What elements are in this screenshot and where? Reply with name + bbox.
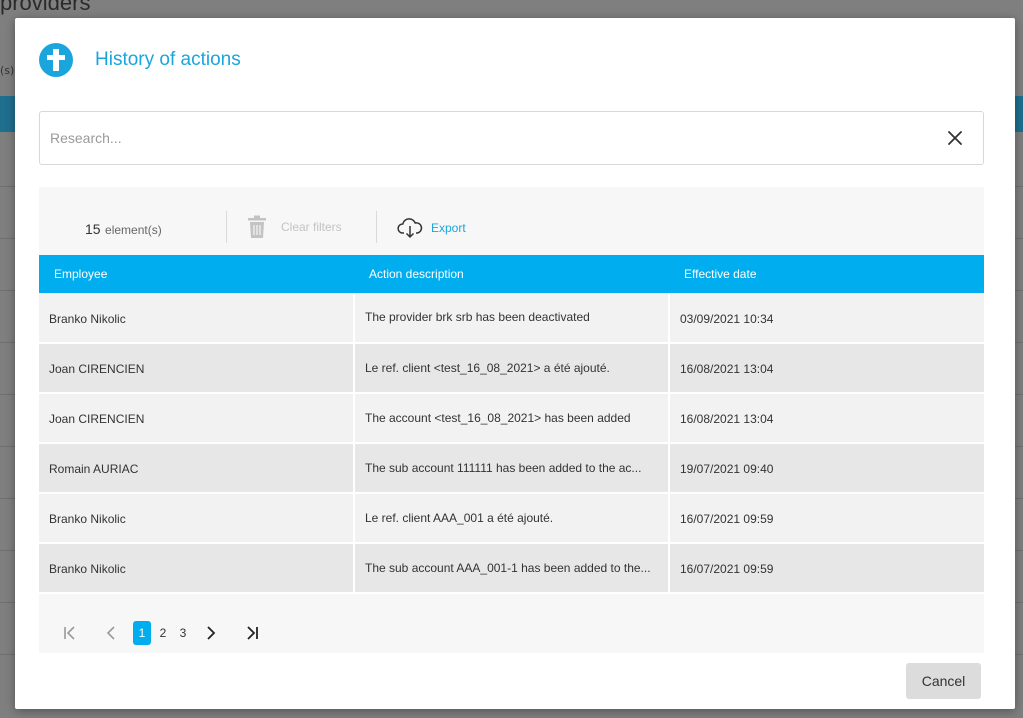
toolbar-separator	[226, 211, 227, 243]
table-row[interactable]: Branko Nikolic Le ref. client AAA_001 a …	[39, 493, 984, 544]
clear-filters-label: Clear filters	[281, 220, 342, 234]
element-count-number: 15	[85, 221, 101, 237]
history-modal: History of actions 15 element(s)	[15, 18, 1015, 709]
column-header-employee[interactable]: Employee	[39, 255, 354, 293]
table-row[interactable]: Branko Nikolic The sub account AAA_001-1…	[39, 543, 984, 594]
modal-title: History of actions	[95, 49, 241, 70]
cell-date: 16/07/2021 09:59	[669, 543, 984, 594]
cell-employee: Branko Nikolic	[39, 543, 355, 594]
cell-date: 16/07/2021 09:59	[669, 493, 984, 544]
element-count-label: element(s)	[105, 223, 162, 237]
page-2-button[interactable]: 2	[153, 621, 173, 645]
cell-employee: Romain AURIAC	[39, 443, 355, 494]
cell-date: 19/07/2021 09:40	[669, 443, 984, 494]
search-box	[39, 111, 984, 165]
cell-employee: Branko Nikolic	[39, 493, 355, 544]
cell-description: The sub account 111111 has been added to…	[354, 443, 670, 494]
close-icon	[948, 131, 962, 145]
cell-employee: Joan CIRENCIEN	[39, 343, 355, 394]
cancel-button[interactable]: Cancel	[906, 663, 981, 699]
cell-description: The sub account AAA_001-1 has been added…	[354, 543, 670, 594]
cell-description: Le ref. client AAA_001 a été ajouté.	[354, 493, 670, 544]
first-page-icon	[64, 626, 75, 640]
page-1-button[interactable]: 1	[133, 621, 151, 645]
cell-employee: Joan CIRENCIEN	[39, 393, 355, 444]
table-row[interactable]: Joan CIRENCIEN Le ref. client <test_16_0…	[39, 343, 984, 394]
clear-filters-button[interactable]: Clear filters	[247, 215, 342, 239]
page-3-button[interactable]: 3	[173, 621, 193, 645]
cell-date: 16/08/2021 13:04	[669, 343, 984, 394]
table-header-row: Employee Action description Effective da…	[39, 255, 984, 293]
table-toolbar: 15 element(s) Clear filters Export	[39, 187, 984, 255]
first-page-button[interactable]	[61, 621, 81, 645]
pagination: 1 2 3	[61, 621, 261, 645]
cloud-download-icon	[397, 218, 423, 239]
element-count: 15 element(s)	[85, 221, 162, 239]
cell-description: The account <test_16_08_2021> has been a…	[354, 393, 670, 444]
last-page-icon	[247, 626, 258, 640]
next-page-button[interactable]	[201, 621, 221, 645]
chevron-right-icon	[207, 626, 216, 640]
cell-employee: Branko Nikolic	[39, 293, 355, 344]
trash-icon	[248, 215, 266, 238]
history-panel: 15 element(s) Clear filters Export Emplo…	[39, 187, 984, 653]
background-count: (s)	[0, 64, 15, 77]
cell-description: The provider brk srb has been deactivate…	[354, 293, 670, 344]
export-label: Export	[431, 221, 466, 235]
cell-date: 03/09/2021 10:34	[669, 293, 984, 344]
cell-description: Le ref. client <test_16_08_2021> a été a…	[354, 343, 670, 394]
cell-date: 16/08/2021 13:04	[669, 393, 984, 444]
column-header-action-description[interactable]: Action description	[354, 255, 669, 293]
export-button[interactable]: Export	[397, 217, 466, 239]
previous-page-button[interactable]	[101, 621, 121, 645]
toolbar-separator	[376, 211, 377, 243]
last-page-button[interactable]	[241, 621, 261, 645]
modal-header: History of actions	[39, 42, 241, 78]
clear-search-button[interactable]	[927, 112, 983, 164]
search-input[interactable]	[40, 112, 927, 164]
table-row[interactable]: Joan CIRENCIEN The account <test_16_08_2…	[39, 393, 984, 444]
table-row[interactable]: Romain AURIAC The sub account 111111 has…	[39, 443, 984, 494]
column-header-effective-date[interactable]: Effective date	[669, 255, 984, 293]
chevron-left-icon	[106, 626, 115, 640]
tombstone-cross-icon	[39, 43, 73, 77]
history-table: Employee Action description Effective da…	[39, 255, 984, 594]
background-page-title: providers	[0, 0, 91, 15]
table-row[interactable]: Branko Nikolic The provider brk srb has …	[39, 293, 984, 344]
